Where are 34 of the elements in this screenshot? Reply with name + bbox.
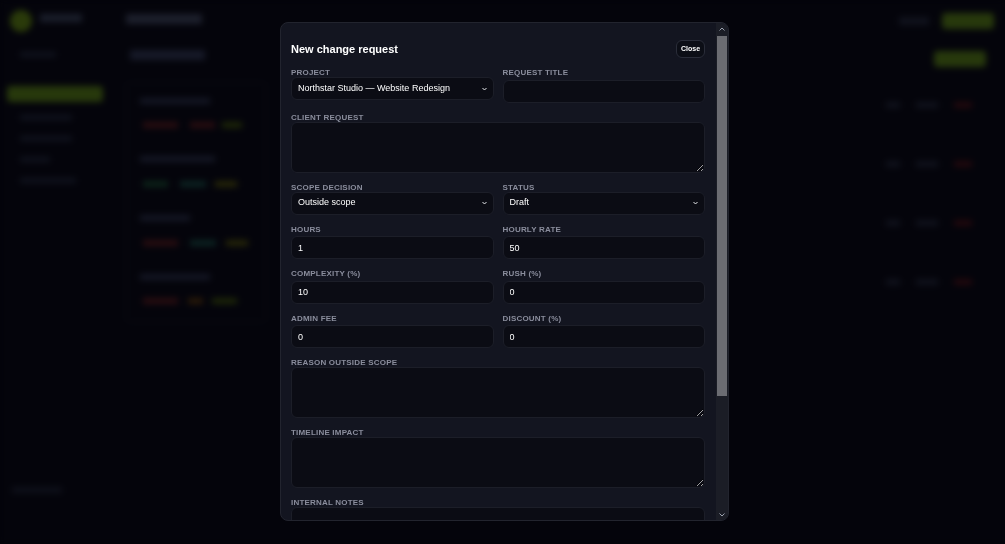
field-label: ADMIN FEE xyxy=(291,313,338,323)
chevron-down-icon xyxy=(481,201,487,205)
text-area[interactable] xyxy=(291,367,705,418)
select-field[interactable]: Draft xyxy=(502,191,705,215)
input-field[interactable]: 1 xyxy=(291,236,494,259)
input-field[interactable]: 0 xyxy=(291,325,494,348)
field-label: INTERNAL NOTES xyxy=(291,498,365,507)
select-field[interactable]: Northstar Studio — Website Redesign xyxy=(291,77,494,100)
field-label: SCOPE DECISION xyxy=(291,182,364,192)
field-label: REQUEST TITLE xyxy=(502,68,570,77)
field-label: TIMELINE IMPACT xyxy=(291,428,365,437)
field-label: RUSH (%) xyxy=(502,269,543,278)
modal-title: New change request xyxy=(291,41,398,57)
input-field[interactable]: 50 xyxy=(502,236,705,259)
select-field[interactable]: Outside scope xyxy=(291,191,494,215)
field-label: CLIENT REQUEST xyxy=(291,112,365,122)
field-label: COMPLEXITY (%) xyxy=(291,269,362,278)
field-label: DISCOUNT (%) xyxy=(502,313,563,323)
input-field[interactable]: 0 xyxy=(502,280,705,304)
scroll-down-icon[interactable] xyxy=(719,513,725,517)
scroll-up-icon[interactable] xyxy=(719,27,725,31)
text-area[interactable] xyxy=(291,437,705,488)
input-field[interactable]: 0 xyxy=(502,325,705,348)
text-area[interactable] xyxy=(291,121,705,173)
field-label: HOURS xyxy=(291,224,322,234)
scrollbar[interactable] xyxy=(716,23,728,520)
input-field[interactable]: 10 xyxy=(291,280,494,304)
field-label: HOURLY RATE xyxy=(502,224,562,234)
field-label: STATUS xyxy=(502,182,536,192)
chevron-down-icon xyxy=(693,201,698,205)
scrollbar-thumb[interactable] xyxy=(717,36,727,396)
field-label: REASON OUTSIDE SCOPE xyxy=(291,358,399,367)
chevron-down-icon xyxy=(481,86,487,91)
field-label: PROJECT xyxy=(291,68,332,77)
